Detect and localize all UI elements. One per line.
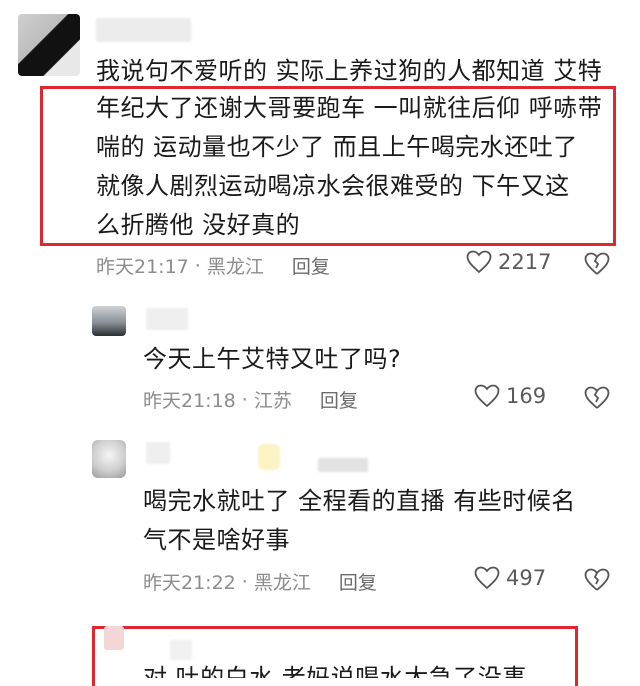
dislike-button[interactable] [584,386,610,414]
broken-heart-icon [584,252,610,275]
separator-dot: · [241,388,248,411]
username-redacted[interactable] [96,18,191,42]
comment-line: 喝完水就吐了 全程看的直播 有些时候名 [143,487,576,515]
comment-text: 喝完水就吐了 全程看的直播 有些时候名 气不是啥好事 [143,482,576,560]
comment-time: 昨天21:18 [143,390,236,412]
comment-text: 今天上午艾特又吐了吗? [143,340,401,379]
like-button[interactable]: 2217 [466,250,551,274]
like-button[interactable]: 169 [474,384,546,408]
username-redacted[interactable] [170,640,192,660]
comment-meta: 昨天21:18 · 江苏 回复 [143,386,358,413]
avatar[interactable] [92,440,126,478]
like-count: 169 [506,384,547,408]
comment-location: 黑龙江 [206,256,264,278]
comment-line: 就像人剧烈运动喝凉水会很难受的 下午又这 [96,172,570,200]
avatar[interactable] [104,626,124,650]
username-redacted[interactable] [146,442,170,464]
comment-text-partial: 对 吐的白水 老妈说喝水太急了没事 [143,664,527,678]
heart-icon [474,566,500,590]
comment-text: 年纪大了还谢大哥要跑车 一叫就往后仰 呼哧带 喘的 运动量也不少了 而且上午喝完… [96,89,602,245]
comment-time: 昨天21:22 [143,572,236,594]
broken-heart-icon [584,386,610,409]
comment-location: 江苏 [253,390,292,412]
username-redacted [318,458,368,472]
separator-dot: · [194,254,201,277]
separator-dot: · [241,570,248,593]
reply-button[interactable]: 回复 [292,252,330,279]
comment-location: 黑龙江 [253,572,311,594]
like-count: 497 [506,566,547,590]
avatar[interactable] [92,306,126,336]
heart-icon [474,384,500,408]
comment-line: 今天上午艾特又吐了吗? [143,345,402,373]
comment-line: 喘的 运动量也不少了 而且上午喝完水还吐了 [96,133,578,161]
comment-meta: 昨天21:22 · 黑龙江 回复 [143,568,377,595]
comment-line: 么折腾他 没好真的 [96,211,301,239]
broken-heart-icon [584,568,610,591]
comment-time: 昨天21:17 [96,256,189,278]
comment-meta: 昨天21:17 · 黑龙江 回复 [96,252,330,279]
comment-line: 对 吐的白水 老妈说喝水太急了没事 [143,664,527,678]
comment-line: 年纪大了还谢大哥要跑车 一叫就往后仰 呼哧带 [96,94,603,122]
reply-button[interactable]: 回复 [320,386,358,413]
like-button[interactable]: 497 [474,566,546,590]
dislike-button[interactable] [584,568,610,596]
comment-line: 气不是啥好事 [143,526,290,554]
username-redacted[interactable] [146,308,188,330]
heart-icon [466,250,492,274]
avatar[interactable] [18,14,80,76]
dislike-button[interactable] [584,252,610,280]
like-count: 2217 [498,250,552,274]
reply-button[interactable]: 回复 [339,568,377,595]
badge-redacted [258,444,280,470]
